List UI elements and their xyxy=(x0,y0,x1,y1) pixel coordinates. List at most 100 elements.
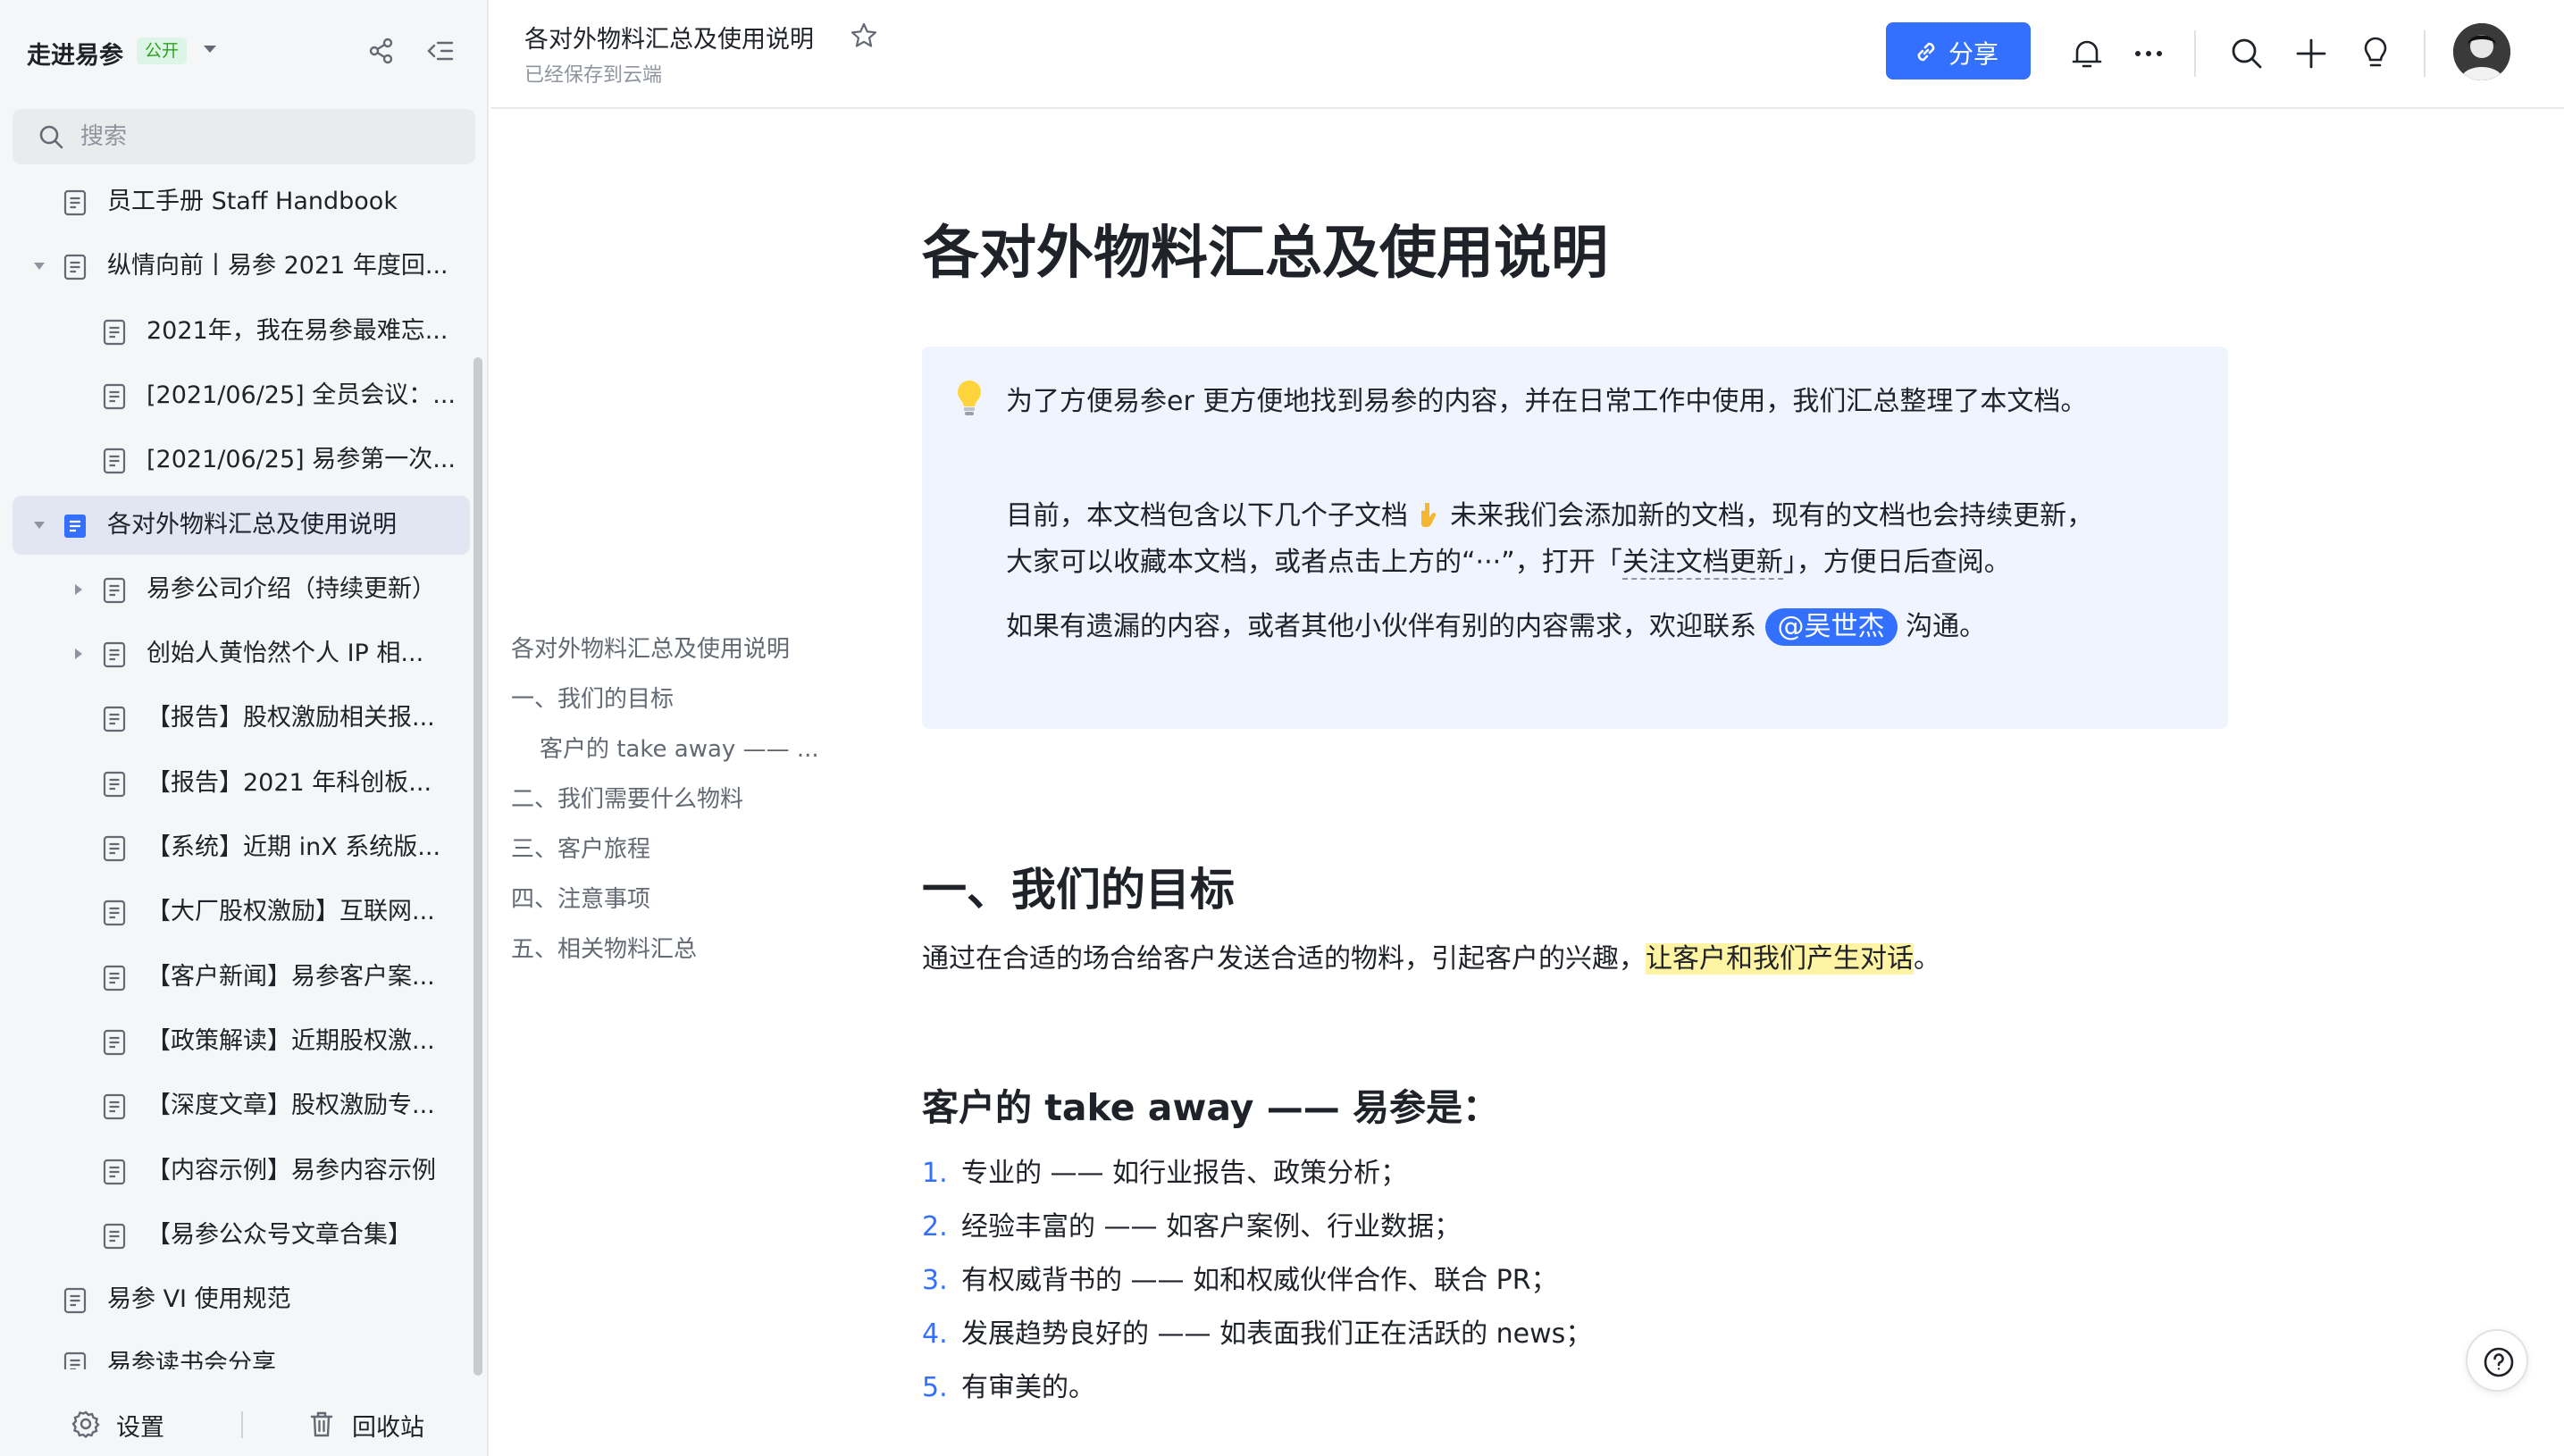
outline-item[interactable]: 各对外物料汇总及使用说明 xyxy=(511,631,790,664)
more-icon[interactable] xyxy=(2131,36,2166,71)
document-icon xyxy=(103,1223,126,1249)
document-icon xyxy=(103,835,126,862)
list-text: 专业的 —— 如行业报告、政策分析； xyxy=(961,1158,1408,1189)
callout-text: 未来我们会添加新的文档，现有的文档也会持续更新， xyxy=(1450,500,2094,531)
avatar[interactable] xyxy=(2453,23,2510,80)
space-title[interactable]: 走进易参 xyxy=(27,36,123,71)
sidebar: 走进易参 公开 员工手册 Staff Handbook 纵情向前丨易参 2021 … xyxy=(0,0,489,1456)
caret-right-icon[interactable] xyxy=(70,645,88,663)
search-icon[interactable] xyxy=(2229,36,2265,71)
outline-item[interactable]: 一、我们的目标 xyxy=(511,681,674,714)
sidebar-tree-item-label: 纵情向前丨易参 2021 年度回... xyxy=(107,252,448,280)
sidebar-search[interactable] xyxy=(13,109,475,164)
gear-icon xyxy=(71,1410,100,1438)
outline-item[interactable]: 三、客户旅程 xyxy=(511,831,650,864)
callout-block[interactable]: 为了方便易参er 更方便地找到易参的内容，并在日常工作中使用，我们汇总整理了本文… xyxy=(922,347,2228,729)
sidebar-tree-item[interactable]: 【政策解读】近期股权激... xyxy=(13,1012,470,1071)
bell-icon[interactable] xyxy=(2069,36,2105,71)
list-item[interactable]: 3. 有权威背书的 —— 如和权威伙伴合作、联合 PR； xyxy=(922,1258,1558,1297)
sidebar-tree-item[interactable]: 2021年，我在易参最难忘... xyxy=(13,302,470,361)
sidebar-tree-item[interactable]: 创始人黄怡然个人 IP 相... xyxy=(13,624,470,683)
doc-title[interactable]: 各对外物料汇总及使用说明 xyxy=(524,20,814,54)
sidebar-tree-item[interactable]: 【内容示例】易参内容示例 xyxy=(13,1142,470,1201)
outline-item[interactable]: 五、相关物料汇总 xyxy=(511,931,697,964)
outline-item[interactable]: 客户的 take away —— ... xyxy=(540,731,819,764)
list-number: 1. xyxy=(922,1158,948,1189)
sidebar-tree-item[interactable]: 易参 VI 使用规范 xyxy=(13,1270,470,1329)
sidebar-tree-item-label: 创始人黄怡然个人 IP 相... xyxy=(147,640,424,668)
list-number: 5. xyxy=(922,1372,948,1403)
toolbar-divider xyxy=(2194,30,2196,77)
sidebar-tree-item-label: 【深度文章】股权激励专... xyxy=(147,1092,435,1120)
help-button[interactable] xyxy=(2466,1329,2528,1392)
sidebar-tree-item-label: 【报告】股权激励相关报... xyxy=(147,704,435,732)
document-icon xyxy=(103,1029,126,1055)
sidebar-tree-item[interactable]: [2021/06/25] 易参第一次... xyxy=(13,431,470,490)
public-badge: 公开 xyxy=(137,38,188,64)
caret-down-icon[interactable] xyxy=(30,257,48,275)
doc-tree: 员工手册 Staff Handbook 纵情向前丨易参 2021 年度回... 20… xyxy=(0,172,482,1369)
callout-text: 为了方便易参er 更方便地找到易参的内容，并在日常工作中使用，我们汇总整理了本文… xyxy=(1006,386,2088,417)
trash-icon xyxy=(310,1411,333,1437)
highlighted-text: 让客户和我们产生对话 xyxy=(1646,943,1914,975)
sidebar-tree-item-label: 易参公司介绍（持续更新） xyxy=(147,574,436,603)
goal-paragraph[interactable]: 通过在合适的场合给客户发送合适的物料，引起客户的兴趣，让客户和我们产生对话。 xyxy=(922,936,1940,975)
sidebar-tree-item[interactable]: 【报告】2021 年科创板... xyxy=(13,754,470,813)
list-number: 2. xyxy=(922,1211,948,1243)
sidebar-tree-item[interactable]: 【系统】近期 inX 系统版... xyxy=(13,818,470,877)
collapse-sidebar-icon[interactable] xyxy=(425,36,456,66)
footer-divider xyxy=(241,1411,243,1438)
top-bar: 各对外物料汇总及使用说明 已经保存到云端 分享 xyxy=(490,0,2564,109)
callout-line: 大家可以收藏本文档，或者点击上方的“···”，打开「关注文档更新」，方便日后查阅… xyxy=(1006,540,2011,580)
sidebar-tree-item[interactable]: 【报告】股权激励相关报... xyxy=(13,689,470,748)
sidebar-tree-item-label: 员工手册 Staff Handbook xyxy=(107,188,398,215)
plus-icon[interactable] xyxy=(2293,36,2329,71)
share-button[interactable]: 分享 xyxy=(1886,22,2031,79)
sidebar-tree-item[interactable]: 【客户新闻】易参客户案... xyxy=(13,948,470,1007)
list-item[interactable]: 2. 经验丰富的 —— 如客户案例、行业数据； xyxy=(922,1204,1461,1243)
callout-text: 大家可以收藏本文档，或者点击上方的“···”，打开「 xyxy=(1006,547,1622,578)
save-status: 已经保存到云端 xyxy=(524,64,663,87)
heading-goal[interactable]: 一、我们的目标 xyxy=(922,854,1235,918)
sidebar-tree-item[interactable]: 易参公司介绍（持续更新） xyxy=(13,560,470,619)
document-icon xyxy=(63,1352,87,1369)
share-icon[interactable] xyxy=(366,36,397,66)
list-item[interactable]: 1. 专业的 —— 如行业报告、政策分析； xyxy=(922,1151,1407,1190)
callout-text: 沟通。 xyxy=(1906,611,1987,642)
sidebar-tree-item[interactable]: 纵情向前丨易参 2021 年度回... xyxy=(13,237,470,296)
chevron-down-icon[interactable] xyxy=(200,39,220,59)
sidebar-tree-item[interactable]: 【易参公众号文章合集】 xyxy=(13,1206,470,1265)
heading-takeaway[interactable]: 客户的 take away —— 易参是： xyxy=(922,1077,1499,1131)
sidebar-tree-item-label: 【政策解读】近期股权激... xyxy=(147,1026,435,1055)
callout-text: 如果有遗漏的内容，或者其他小伙伴有别的内容需求，欢迎联系 xyxy=(1006,611,1756,642)
sidebar-tree-item-label: 易参读书会分享 xyxy=(107,1350,276,1369)
outline-item[interactable]: 二、我们需要什么物料 xyxy=(511,781,743,814)
caret-down-icon[interactable] xyxy=(30,516,48,534)
caret-right-icon[interactable] xyxy=(70,581,88,598)
document-title[interactable]: 各对外物料汇总及使用说明 xyxy=(922,207,1608,289)
list-item[interactable]: 4. 发展趋势良好的 —— 如表面我们正在活跃的 news； xyxy=(922,1311,1592,1351)
callout-line: 如果有遗漏的内容，或者其他小伙伴有别的内容需求，欢迎联系 @吴世杰 沟通。 xyxy=(1006,604,1986,646)
sidebar-tree-item[interactable]: 【大厂股权激励】互联网... xyxy=(13,883,470,941)
search-input[interactable] xyxy=(80,120,456,154)
sidebar-scrollbar[interactable] xyxy=(473,357,482,1376)
list-text: 有权威背书的 —— 如和权威伙伴合作、联合 PR； xyxy=(961,1265,1558,1296)
search-icon xyxy=(39,125,63,149)
callout-line: 为了方便易参er 更方便地找到易参的内容，并在日常工作中使用，我们汇总整理了本文… xyxy=(1006,379,2087,418)
follow-doc-updates-link[interactable]: 关注文档更新 xyxy=(1621,547,1783,580)
user-mention[interactable]: @吴世杰 xyxy=(1764,608,1898,646)
document-icon xyxy=(64,514,86,538)
callout-text: 目前，本文档包含以下几个子文档 xyxy=(1006,500,1408,531)
sidebar-tree-item[interactable]: 员工手册 Staff Handbook xyxy=(13,172,470,231)
sidebar-tree-item[interactable]: 【深度文章】股权激励专... xyxy=(13,1076,470,1135)
lightbulb-icon[interactable] xyxy=(2358,36,2393,71)
star-icon[interactable] xyxy=(850,21,878,50)
list-item[interactable]: 5. 有审美的。 xyxy=(922,1365,1095,1404)
outline-item[interactable]: 四、注意事项 xyxy=(511,881,650,914)
document-icon xyxy=(103,1094,126,1120)
document-icon xyxy=(103,641,126,668)
document-icon xyxy=(103,1159,126,1184)
sidebar-tree-item[interactable]: 各对外物料汇总及使用说明 xyxy=(13,495,470,555)
sidebar-tree-item[interactable]: 易参读书会分享 xyxy=(13,1335,470,1369)
sidebar-tree-item[interactable]: [2021/06/25] 全员会议：... xyxy=(13,366,470,425)
